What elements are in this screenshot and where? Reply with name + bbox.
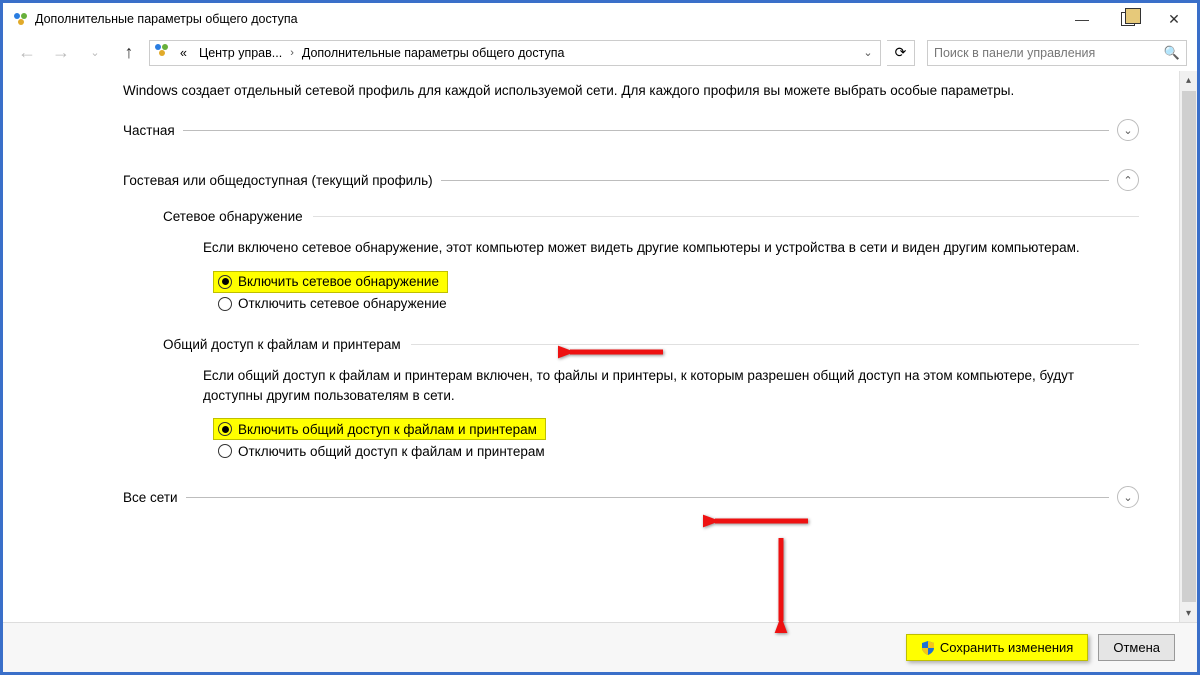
chevron-down-icon[interactable]: ⌄ [1117,119,1139,141]
scrollbar[interactable]: ▴ ▾ [1179,71,1197,622]
radio-discovery-on[interactable]: Включить сетевое обнаружение [213,271,448,293]
chevron-up-icon[interactable]: ⌃ [1117,169,1139,191]
profile-private-header[interactable]: Частная ⌄ [123,119,1139,141]
window-title: Дополнительные параметры общего доступа [35,12,1059,26]
profile-guest-label: Гостевая или общедоступная (текущий проф… [123,173,433,188]
scroll-thumb[interactable] [1182,91,1196,602]
profile-all-header[interactable]: Все сети ⌄ [123,486,1139,508]
file-sharing-desc: Если общий доступ к файлам и принтерам в… [203,366,1109,407]
restore-button[interactable] [1105,3,1151,35]
close-button[interactable]: ✕ [1151,3,1197,35]
cancel-button[interactable]: Отмена [1098,634,1175,661]
title-bar: Дополнительные параметры общего доступа … [3,3,1197,35]
profile-all-label: Все сети [123,490,178,505]
content-pane: Windows создает отдельный сетевой профил… [3,71,1179,622]
search-input[interactable] [934,46,1164,60]
radio-sharing-off[interactable]: Отключить общий доступ к файлам и принте… [213,440,1139,462]
address-dropdown[interactable]: ⌄ [858,46,878,59]
address-bar[interactable]: « Центр управ... › Дополнительные параме… [149,40,881,66]
radio-icon [218,275,232,289]
radio-icon [218,422,232,436]
breadcrumb-ellipsis[interactable]: « [174,41,193,65]
radio-discovery-off[interactable]: Отключить сетевое обнаружение [213,293,1139,315]
search-box: 🔍 [927,40,1187,66]
chevron-down-icon[interactable]: ⌄ [1117,486,1139,508]
breadcrumb-item[interactable]: Центр управ... [193,41,288,65]
chevron-right-icon: › [288,47,296,59]
minimize-button[interactable]: — [1059,3,1105,35]
radio-sharing-on[interactable]: Включить общий доступ к файлам и принтер… [213,418,546,440]
scroll-down-icon[interactable]: ▾ [1180,604,1197,622]
network-discovery-header: Сетевое обнаружение [163,209,1139,224]
network-discovery-desc: Если включено сетевое обнаружение, этот … [203,238,1109,258]
recent-dropdown[interactable]: ⌄ [81,39,109,67]
radio-icon [218,444,232,458]
radio-icon [218,297,232,311]
window: Дополнительные параметры общего доступа … [3,3,1197,672]
uac-shield-icon [921,641,935,655]
footer-bar: Сохранить изменения Отмена [3,622,1197,672]
breadcrumb-item[interactable]: Дополнительные параметры общего доступа [296,41,571,65]
search-icon[interactable]: 🔍 [1164,45,1180,61]
intro-text: Windows создает отдельный сетевой профил… [3,81,1179,119]
save-button[interactable]: Сохранить изменения [906,634,1089,661]
file-sharing-header: Общий доступ к файлам и принтерам [163,337,1139,352]
network-icon [13,11,29,27]
back-button[interactable]: ← [13,39,41,67]
profile-guest-header[interactable]: Гостевая или общедоступная (текущий проф… [123,169,1139,191]
profile-private-label: Частная [123,123,175,138]
network-icon [154,42,170,63]
nav-row: ← → ⌄ ↑ « Центр управ... › Дополнительны… [3,35,1197,71]
refresh-button[interactable]: ⟳ [887,40,915,66]
forward-button[interactable]: → [47,39,75,67]
scroll-up-icon[interactable]: ▴ [1180,71,1197,89]
up-button[interactable]: ↑ [115,39,143,67]
